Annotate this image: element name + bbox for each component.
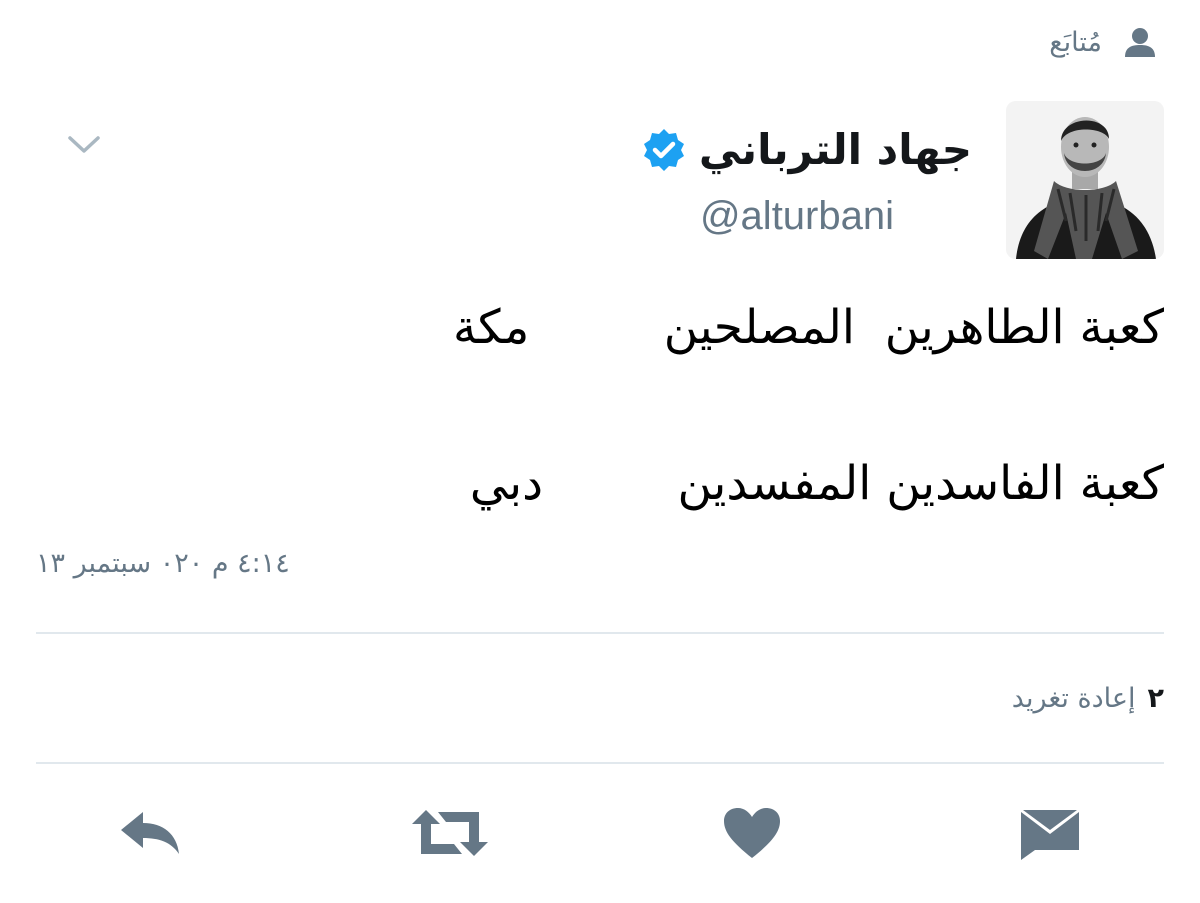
retweet-count: ٢ — [1147, 682, 1164, 714]
user-handle[interactable]: @alturbani — [700, 194, 894, 238]
direct-message-button[interactable] — [1010, 800, 1090, 870]
like-button[interactable] — [712, 800, 792, 870]
display-name[interactable]: جهاد الترباني — [699, 129, 972, 171]
avatar[interactable] — [1006, 101, 1164, 259]
person-icon — [1120, 22, 1160, 62]
follow-status[interactable]: مُتابَع — [1049, 18, 1160, 66]
tweet-text-line: كعبة الطاهرين المصلحين مكة — [452, 300, 1164, 355]
heart-icon — [722, 806, 782, 864]
envelope-icon — [1019, 806, 1081, 864]
following-label: مُتابَع — [1049, 26, 1102, 58]
retweet-label: إعادة تغريد — [1011, 682, 1136, 714]
retweet-stats[interactable]: ٢ إعادة تغريد — [1012, 676, 1164, 720]
tweet-timestamp[interactable]: ٤:١٤ م ٠٢٠ سبتمبر ١٣ — [36, 548, 290, 579]
author-name-row[interactable]: جهاد الترباني — [641, 120, 972, 180]
divider — [36, 632, 1164, 634]
chevron-down-icon[interactable] — [66, 130, 102, 160]
reply-button[interactable] — [110, 800, 190, 870]
retweet-icon — [410, 806, 490, 864]
tweet-text-line: كعبة الفاسدين المفسدين دبي — [469, 456, 1164, 511]
verified-badge-icon — [641, 127, 687, 173]
divider — [36, 762, 1164, 764]
reply-icon — [117, 808, 183, 862]
retweet-button[interactable] — [410, 800, 490, 870]
